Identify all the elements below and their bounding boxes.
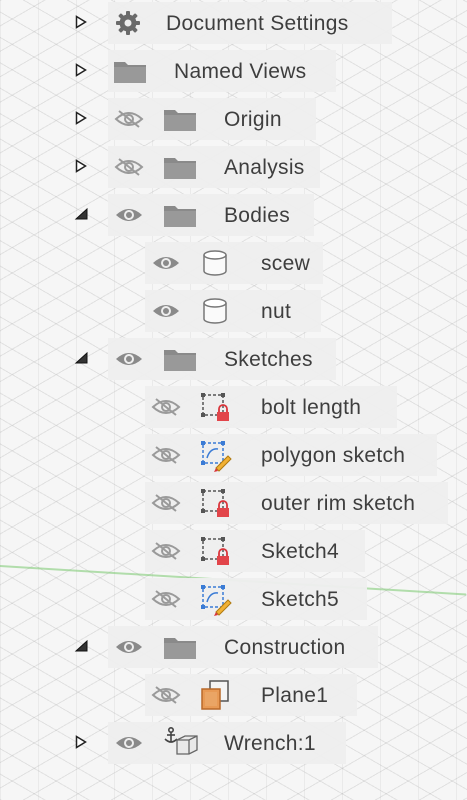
tree-item-label: scew [261, 252, 311, 275]
tree-item-label: Wrench:1 [224, 732, 316, 755]
tree-item-pill[interactable]: outer rim sketch [145, 482, 448, 524]
tree-item-pill[interactable]: scew [145, 242, 323, 284]
folder-icon [110, 53, 150, 89]
eye-visible-icon[interactable] [112, 201, 146, 229]
expand-triangle-icon[interactable] [74, 63, 88, 77]
eye-visible-icon[interactable] [112, 345, 146, 373]
tree-item-polygon-sketch[interactable]: polygon sketch [0, 434, 440, 476]
tree-item-analysis[interactable]: Analysis [0, 146, 330, 188]
eye-hidden-icon[interactable] [112, 105, 146, 133]
tree-item-pill[interactable]: Origin [108, 98, 316, 140]
tree-item-label: bolt length [261, 396, 362, 419]
sketch-locked-icon [195, 533, 235, 569]
sketch-edit-icon [195, 581, 235, 617]
tree-item-label: Plane1 [261, 684, 329, 707]
collapse-triangle-icon[interactable] [74, 207, 88, 221]
tree-item-pill[interactable]: polygon sketch [145, 434, 437, 476]
tree-item-pill[interactable]: Named Views [108, 50, 336, 92]
tree-item-plane1[interactable]: Plane1 [0, 674, 380, 716]
sketch-locked-icon [195, 389, 235, 425]
tree-item-sketches[interactable]: Sketches [0, 338, 340, 380]
tree-item-label: Construction [224, 636, 346, 659]
folder-icon [160, 629, 200, 665]
eye-hidden-icon[interactable] [149, 393, 183, 421]
tree-item-label: polygon sketch [261, 444, 406, 467]
folder-icon [160, 149, 200, 185]
tree-item-pill[interactable]: Document Settings [108, 2, 392, 44]
expand-triangle-icon[interactable] [74, 159, 88, 173]
tree-item-pill[interactable]: nut [145, 290, 321, 332]
folder-icon [160, 197, 200, 233]
folder-icon [160, 341, 200, 377]
tree-item-pill[interactable]: Sketches [108, 338, 336, 380]
tree-item-named-views[interactable]: Named Views [0, 50, 340, 92]
tree-item-outer-rim-sketch[interactable]: outer rim sketch [0, 482, 450, 524]
tree-item-construction[interactable]: Construction [0, 626, 390, 668]
tree-item-pill[interactable]: Plane1 [145, 674, 357, 716]
tree-item-label: nut [261, 300, 292, 323]
collapse-triangle-icon[interactable] [74, 351, 88, 365]
tree-item-origin[interactable]: Origin [0, 98, 330, 140]
body-icon [195, 293, 235, 329]
eye-hidden-icon[interactable] [112, 153, 146, 181]
eye-visible-icon[interactable] [112, 729, 146, 757]
expand-triangle-icon[interactable] [74, 735, 88, 749]
tree-item-label: Sketch4 [261, 540, 339, 563]
eye-hidden-icon[interactable] [149, 441, 183, 469]
component-icon [160, 725, 200, 761]
folder-icon [160, 101, 200, 137]
sketch-edit-icon [195, 437, 235, 473]
collapse-triangle-icon[interactable] [74, 639, 88, 653]
eye-hidden-icon[interactable] [149, 537, 183, 565]
tree-item-pill[interactable]: Sketch4 [145, 530, 365, 572]
tree-item-pill[interactable]: Wrench:1 [108, 722, 346, 764]
plane-icon [195, 677, 235, 713]
tree-item-wrench-1[interactable]: Wrench:1 [0, 722, 360, 764]
tree-item-bodies[interactable]: Bodies [0, 194, 330, 236]
eye-hidden-icon[interactable] [149, 585, 183, 613]
tree-item-label: outer rim sketch [261, 492, 416, 515]
eye-visible-icon[interactable] [149, 249, 183, 277]
tree-item-label: Document Settings [166, 12, 349, 35]
tree-item-label: Named Views [174, 60, 307, 83]
tree-item-nut[interactable]: nut [0, 290, 330, 332]
expand-triangle-icon[interactable] [74, 111, 88, 125]
gear-icon [108, 5, 148, 41]
expand-triangle-icon[interactable] [74, 15, 88, 29]
tree-item-pill[interactable]: Sketch5 [145, 578, 367, 620]
tree-item-label: Bodies [224, 204, 291, 227]
tree-item-pill[interactable]: bolt length [145, 386, 397, 428]
tree-item-bolt-length[interactable]: bolt length [0, 386, 410, 428]
tree-item-sketch4[interactable]: Sketch4 [0, 530, 380, 572]
tree-item-label: Origin [224, 108, 282, 131]
tree-item-pill[interactable]: Bodies [108, 194, 314, 236]
tree-item-label: Analysis [224, 156, 305, 179]
sketch-locked-icon [195, 485, 235, 521]
tree-item-sketch5[interactable]: Sketch5 [0, 578, 380, 620]
tree-item-scew[interactable]: scew [0, 242, 330, 284]
tree-item-pill[interactable]: Construction [108, 626, 378, 668]
tree-item-label: Sketches [224, 348, 313, 371]
eye-hidden-icon[interactable] [149, 681, 183, 709]
body-icon [195, 245, 235, 281]
tree-item-pill[interactable]: Analysis [108, 146, 320, 188]
tree-item-document-settings[interactable]: Document Settings [0, 2, 400, 44]
eye-hidden-icon[interactable] [149, 489, 183, 517]
tree-item-label: Sketch5 [261, 588, 339, 611]
eye-visible-icon[interactable] [149, 297, 183, 325]
eye-visible-icon[interactable] [112, 633, 146, 661]
